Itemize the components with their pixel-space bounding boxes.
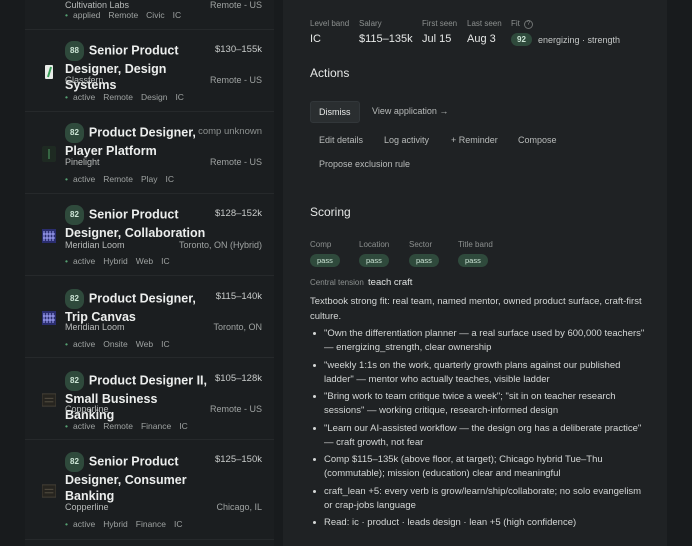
evidence-item: Read: ic · product · leads design · lean… — [310, 516, 650, 530]
job-company: Copperline — [65, 404, 109, 414]
job-title: 88 Senior Product Designer, Design System… — [65, 41, 210, 94]
job-company: Meridian Loom — [65, 322, 125, 332]
job-title: 82 Product Designer, Trip Canvas — [65, 289, 210, 325]
job-tags: • active Remote Play IC — [65, 174, 175, 184]
evidence-item: "Own the differentiation planner — a rea… — [310, 327, 650, 355]
job-location: Remote - US — [209, 0, 262, 10]
sector-pass-badge: pass — [409, 254, 439, 267]
job-list-item[interactable]: 82 Product Designer, Player Platform comp… — [25, 112, 274, 194]
job-title: 82 Product Designer II, Small Business Ba… — [65, 371, 210, 424]
evidence-item: Comp $115–135k (above floor, at target);… — [310, 453, 650, 481]
title-band-pass-badge: pass — [458, 254, 488, 267]
job-list-item[interactable]: 82 Senior Product Designer, Collaboration… — [25, 194, 274, 276]
edit-details-button[interactable]: Edit details — [319, 135, 363, 145]
title-band-check-label: Title band — [458, 240, 493, 249]
view-application-link[interactable]: View application → — [372, 106, 448, 116]
evidence-item: "Learn our AI-assisted workflow — the de… — [310, 422, 650, 450]
job-tags: • applied Remote Civic IC — [65, 10, 182, 20]
job-title: 82 Senior Product Designer, Consumer Bank… — [65, 452, 210, 505]
job-list-item[interactable]: 82 Product Designer, Trip Canvas $115–140… — [25, 276, 274, 358]
comp-pass-badge: pass — [310, 254, 340, 267]
last-seen-label: Last seen — [467, 19, 502, 28]
job-location: Toronto, ON — [213, 322, 262, 332]
location-pass-badge: pass — [359, 254, 389, 267]
fit-score-badge: 82 — [65, 205, 84, 225]
job-location: Toronto, ON (Hybrid) — [178, 240, 262, 250]
help-icon[interactable]: ? — [523, 20, 533, 29]
compose-button[interactable]: Compose — [518, 135, 557, 145]
first-seen-value: Jul 15 — [422, 33, 452, 45]
fit-tags: energizing · strength — [538, 35, 621, 45]
job-salary: $125–150k — [214, 454, 262, 465]
fit-score-badge: 92 — [511, 33, 532, 46]
job-salary: $130–155k — [214, 44, 262, 55]
pinelight-logo-icon — [42, 145, 56, 163]
central-tension: Central tension teach craft — [310, 277, 413, 288]
job-salary: comp unknown — [198, 126, 262, 137]
sector-check-label: Sector — [409, 240, 433, 249]
job-company: Copperline — [65, 502, 109, 512]
actions-heading: Actions — [310, 66, 350, 80]
copperline-logo-icon — [42, 391, 56, 409]
job-tags: • active Hybrid Web IC — [65, 256, 170, 266]
fit-score-badge: 82 — [65, 371, 84, 391]
job-title: 82 Product Designer, Player Platform — [65, 123, 210, 159]
log-activity-button[interactable]: Log activity — [384, 135, 429, 145]
scoring-evidence-list: "Own the differentiation planner — a rea… — [310, 327, 650, 534]
job-list-item[interactable]: 82 Product Designer II, Small Business Ba… — [25, 358, 274, 440]
job-tags: • active Hybrid Finance IC — [65, 519, 183, 529]
copperline-logo-icon — [42, 482, 56, 500]
fit-score-badge: 82 — [65, 452, 84, 472]
job-location: Remote - US — [209, 75, 262, 85]
comp-check-label: Comp — [310, 240, 332, 249]
level-band-label: Level band — [310, 19, 350, 28]
job-list-item[interactable]: 82 Senior Product Designer, Consumer Bank… — [25, 440, 274, 540]
fit-score-badge: 82 — [65, 289, 84, 309]
job-company: Cultivation Labs — [65, 0, 130, 10]
add-reminder-button[interactable]: + Reminder — [451, 135, 498, 145]
job-location: Remote - US — [209, 157, 262, 167]
job-detail-panel: Level band Salary First seen Last seen F… — [283, 0, 667, 546]
evidence-item: craft_lean +5: every verb is grow/learn/… — [310, 485, 650, 513]
evidence-item: "Bring work to team critique twice a wee… — [310, 390, 650, 418]
propose-exclusion-rule-button[interactable]: Propose exclusion rule — [319, 159, 410, 169]
job-company: Glassfern — [65, 75, 104, 85]
salary-value: $115–135k — [359, 33, 413, 45]
dismiss-button[interactable]: Dismiss — [310, 101, 360, 123]
job-tags: • active Onsite Web IC — [65, 339, 170, 349]
meridian-loom-logo-icon — [42, 309, 56, 327]
job-tags: • active Remote Finance IC — [65, 421, 188, 431]
location-check-label: Location — [359, 240, 390, 249]
job-company: Meridian Loom — [65, 240, 125, 250]
salary-label: Salary — [359, 19, 382, 28]
last-seen-value: Aug 3 — [467, 33, 496, 45]
job-list-item[interactable]: 88 Senior Product Designer, Design System… — [25, 30, 274, 112]
job-title: 82 Senior Product Designer, Collaboration — [65, 205, 210, 241]
job-list: Cultivation Labs Remote - US • applied Rem… — [25, 0, 274, 546]
job-location: Chicago, IL — [216, 502, 262, 512]
evidence-item: "weekly 1:1s on the work, quarterly grow… — [310, 359, 650, 387]
job-tags: • active Remote Design IC — [65, 92, 184, 102]
scoring-summary: Textbook strong fit: real team, named me… — [310, 296, 642, 322]
meridian-loom-logo-icon — [42, 227, 56, 245]
job-salary: $105–128k — [214, 373, 262, 384]
job-list-item[interactable]: Cultivation Labs Remote - US • applied Rem… — [25, 0, 274, 30]
job-location: Remote - US — [209, 404, 262, 414]
scoring-heading: Scoring — [310, 205, 351, 219]
level-band-value: IC — [310, 33, 321, 45]
job-company: Pinelight — [65, 157, 100, 167]
job-salary: $115–140k — [215, 291, 262, 302]
job-salary: $128–152k — [214, 208, 262, 219]
fit-label: Fit? — [511, 19, 533, 29]
fit-score-badge: 82 — [65, 123, 84, 143]
first-seen-label: First seen — [422, 19, 458, 28]
glassfern-logo-icon — [42, 63, 56, 81]
fit-score-badge: 88 — [65, 41, 84, 61]
